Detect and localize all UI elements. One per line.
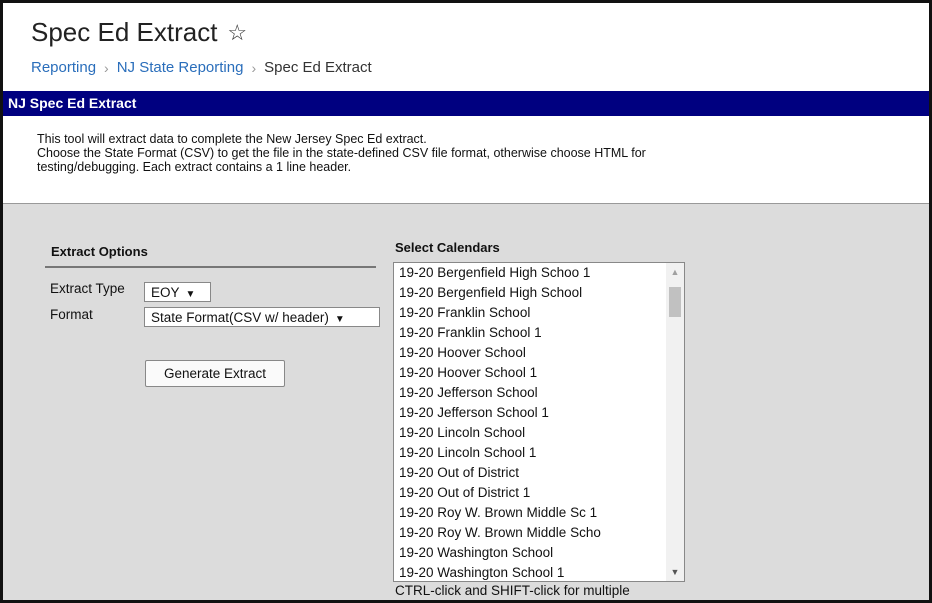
description-line: Choose the State Format (CSV) to get the… xyxy=(37,146,646,160)
page-title: Spec Ed Extract xyxy=(31,17,218,47)
chevron-right-icon: › xyxy=(104,59,109,76)
format-value: State Format(CSV w/ header) xyxy=(151,310,329,325)
breadcrumb-reporting[interactable]: Reporting xyxy=(31,59,96,76)
list-item[interactable]: 19-20 Jefferson School 1 xyxy=(394,403,666,423)
generate-extract-button[interactable]: Generate Extract xyxy=(145,360,285,387)
list-item[interactable]: 19-20 Washington School 1 xyxy=(394,563,666,581)
list-item[interactable]: 19-20 Bergenfield High School xyxy=(394,283,666,303)
panel-title: NJ Spec Ed Extract xyxy=(3,91,929,116)
breadcrumb: Reporting › NJ State Reporting › Spec Ed… xyxy=(31,59,372,76)
app-window: Spec Ed Extract ☆ Reporting › NJ State R… xyxy=(0,0,932,603)
calendar-items: 19-20 Bergenfield High Schoo 1 19-20 Ber… xyxy=(394,263,666,581)
extract-type-value: EOY xyxy=(151,285,180,300)
list-item[interactable]: 19-20 Hoover School 1 xyxy=(394,363,666,383)
dropdown-arrow-icon: ▼ xyxy=(185,289,196,300)
extract-type-label: Extract Type xyxy=(50,281,125,296)
extract-options-heading: Extract Options xyxy=(51,244,148,259)
list-item[interactable]: 19-20 Lincoln School xyxy=(394,423,666,443)
list-item[interactable]: 19-20 Franklin School xyxy=(394,303,666,323)
list-item[interactable]: 19-20 Franklin School 1 xyxy=(394,323,666,343)
scroll-thumb[interactable] xyxy=(669,287,681,317)
scroll-down-icon[interactable]: ▼ xyxy=(666,563,684,581)
breadcrumb-nj-state-reporting[interactable]: NJ State Reporting xyxy=(117,59,244,76)
list-item[interactable]: 19-20 Lincoln School 1 xyxy=(394,443,666,463)
scroll-up-icon[interactable]: ▲ xyxy=(666,263,684,281)
chevron-right-icon: › xyxy=(251,59,257,76)
form-area: Extract Options Extract Type EOY ▼ Format… xyxy=(3,204,929,600)
list-item[interactable]: 19-20 Out of District xyxy=(394,463,666,483)
description-text: This tool will extract data to complete … xyxy=(37,132,646,174)
description-line: testing/debugging. Each extract contains… xyxy=(37,160,352,174)
select-calendars-heading: Select Calendars xyxy=(395,240,500,255)
format-label: Format xyxy=(50,307,93,322)
multi-select-hint: CTRL-click and SHIFT-click for multiple xyxy=(395,583,630,598)
list-item[interactable]: 19-20 Hoover School xyxy=(394,343,666,363)
list-item[interactable]: 19-20 Roy W. Brown Middle Sc 1 xyxy=(394,503,666,523)
list-item[interactable]: 19-20 Out of District 1 xyxy=(394,483,666,503)
list-item[interactable]: 19-20 Roy W. Brown Middle Scho xyxy=(394,523,666,543)
list-item[interactable]: 19-20 Washington School xyxy=(394,543,666,563)
extract-type-select[interactable]: EOY ▼ xyxy=(144,282,211,302)
breadcrumb-current: Spec Ed Extract xyxy=(264,59,372,76)
scrollbar[interactable]: ▲ ▼ xyxy=(666,263,684,581)
page-title-row: Spec Ed Extract ☆ xyxy=(31,17,247,48)
dropdown-arrow-icon: ▼ xyxy=(334,314,345,325)
star-icon[interactable]: ☆ xyxy=(227,20,247,46)
list-item[interactable]: 19-20 Bergenfield High Schoo 1 xyxy=(394,263,666,283)
description-box: This tool will extract data to complete … xyxy=(3,116,929,204)
list-item[interactable]: 19-20 Jefferson School xyxy=(394,383,666,403)
divider xyxy=(45,266,376,268)
description-line: This tool will extract data to complete … xyxy=(37,132,427,146)
calendar-listbox[interactable]: 19-20 Bergenfield High Schoo 1 19-20 Ber… xyxy=(393,262,685,582)
format-select[interactable]: State Format(CSV w/ header) ▼ xyxy=(144,307,380,327)
page-header: Spec Ed Extract ☆ Reporting › NJ State R… xyxy=(3,3,929,91)
